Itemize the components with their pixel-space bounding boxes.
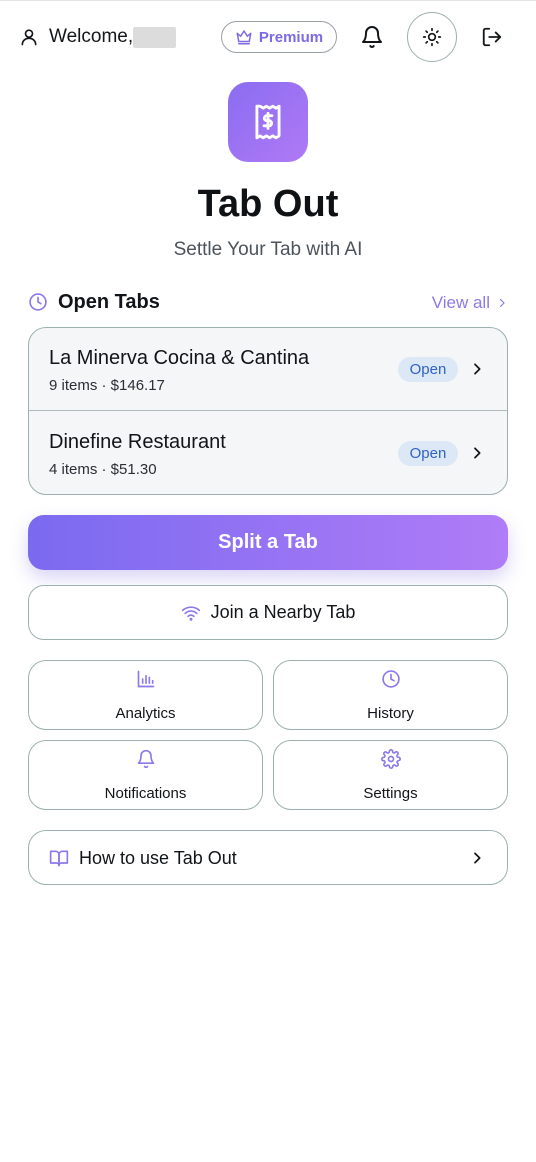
split-tab-label: Split a Tab <box>218 531 318 553</box>
receipt-dollar-icon <box>255 104 281 140</box>
clock-icon <box>29 293 47 311</box>
status-badge: Open <box>398 441 458 466</box>
top-bar: Welcome, Premium <box>0 1 536 73</box>
theme-toggle-button[interactable] <box>407 12 457 62</box>
chevron-right-icon <box>499 298 505 308</box>
username-redacted <box>133 27 176 48</box>
tab-restaurant-name: Dinefine Restaurant <box>49 431 226 453</box>
premium-label: Premium <box>258 28 324 46</box>
book-open-icon <box>49 850 69 867</box>
open-tabs-header: Open Tabs View all <box>28 290 508 316</box>
home-screen: Welcome, Premium Tab Out Settle Your Tab… <box>0 0 536 1162</box>
how-to-use-label: How to use Tab Out <box>79 848 237 868</box>
bar-chart-icon <box>137 670 155 688</box>
tab-restaurant-name: La Minerva Cocina & Cantina <box>49 347 310 369</box>
status-badge: Open <box>398 357 458 382</box>
app-title: Tab Out <box>197 183 339 225</box>
open-tab-item[interactable]: La Minerva Cocina & Cantina 9 items · $1… <box>29 328 507 411</box>
history-tile[interactable]: History <box>273 660 508 730</box>
user-icon[interactable] <box>19 27 39 47</box>
app-subtitle: Settle Your Tab with AI <box>173 239 363 260</box>
split-tab-button[interactable]: Split a Tab <box>28 515 508 570</box>
sun-icon <box>422 27 442 47</box>
open-tab-item[interactable]: Dinefine Restaurant 4 items · $51.30 Ope… <box>29 412 507 494</box>
view-all-label: View all <box>431 293 490 312</box>
welcome-text: Welcome, <box>49 26 134 47</box>
tab-summary: 4 items · $51.30 <box>49 461 157 478</box>
chevron-right-icon <box>474 447 481 459</box>
bell-icon <box>137 749 155 769</box>
crown-icon <box>236 30 252 45</box>
app-logo <box>228 82 308 162</box>
history-label: History <box>367 705 414 722</box>
logout-icon[interactable] <box>481 26 503 48</box>
analytics-tile[interactable]: Analytics <box>28 660 263 730</box>
tab-summary: 9 items · $146.17 <box>49 377 165 394</box>
open-tabs-list: La Minerva Cocina & Cantina 9 items · $1… <box>28 327 508 495</box>
notifications-label: Notifications <box>104 785 187 802</box>
premium-button[interactable]: Premium <box>221 21 337 53</box>
gear-icon <box>381 749 401 769</box>
chevron-right-icon <box>474 363 481 375</box>
settings-tile[interactable]: Settings <box>273 740 508 810</box>
analytics-label: Analytics <box>115 705 176 722</box>
open-tabs-title: Open Tabs <box>58 291 160 313</box>
chevron-right-icon <box>474 852 481 864</box>
join-nearby-tab-label: Join a Nearby Tab <box>210 602 356 622</box>
view-all-link[interactable]: View all <box>432 293 508 313</box>
join-nearby-tab-button[interactable]: Join a Nearby Tab <box>28 585 508 640</box>
settings-label: Settings <box>363 785 418 802</box>
clock-icon <box>382 670 400 688</box>
notifications-tile[interactable]: Notifications <box>28 740 263 810</box>
wifi-icon <box>181 605 200 621</box>
notifications-bell-icon[interactable] <box>360 25 384 49</box>
how-to-use-button[interactable]: How to use Tab Out <box>28 830 508 885</box>
